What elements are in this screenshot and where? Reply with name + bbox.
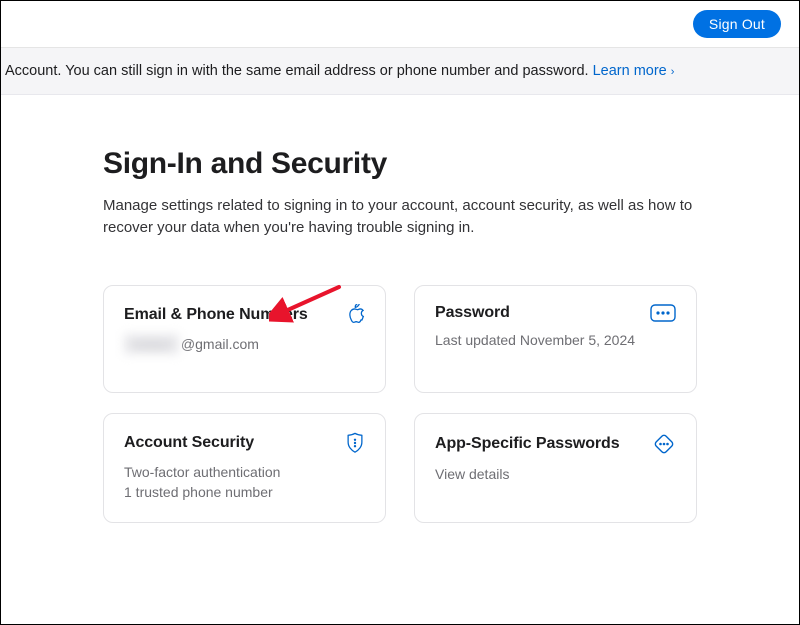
card-account-security[interactable]: Account Security Two-factor authenticati… [103,413,386,524]
shield-icon [345,432,365,454]
email-suffix: @gmail.com [181,336,259,352]
app-header: Sign Out [1,1,799,48]
redacted-email-prefix: redact [124,334,179,354]
card-detail: redact@gmail.com [124,334,365,354]
card-title: Email & Phone Numbers [124,306,308,324]
card-detail: Last updated November 5, 2024 [435,330,676,350]
info-banner: Account. You can still sign in with the … [1,48,799,95]
card-title: Account Security [124,434,254,452]
card-detail: Two-factor authentication 1 trusted phon… [124,462,365,503]
apple-icon [345,304,365,326]
diamond-dots-icon [652,432,676,456]
card-email-phone[interactable]: Email & Phone Numbers redact@gmail.com [103,285,386,393]
dots-icon [650,304,676,322]
card-password[interactable]: Password Last updated November 5, 2024 [414,285,697,393]
card-title: Password [435,304,510,322]
card-title: App-Specific Passwords [435,435,620,453]
page-title: Sign-In and Security [103,147,697,181]
sign-out-button[interactable]: Sign Out [693,10,781,38]
card-app-specific-passwords[interactable]: App-Specific Passwords View details [414,413,697,524]
settings-card-grid: Email & Phone Numbers redact@gmail.com P… [103,285,697,524]
card-detail: View details [435,464,676,484]
learn-more-link[interactable]: Learn more › [593,63,675,79]
banner-text: Account. You can still sign in with the … [5,63,593,79]
page-description: Manage settings related to signing in to… [103,195,697,239]
